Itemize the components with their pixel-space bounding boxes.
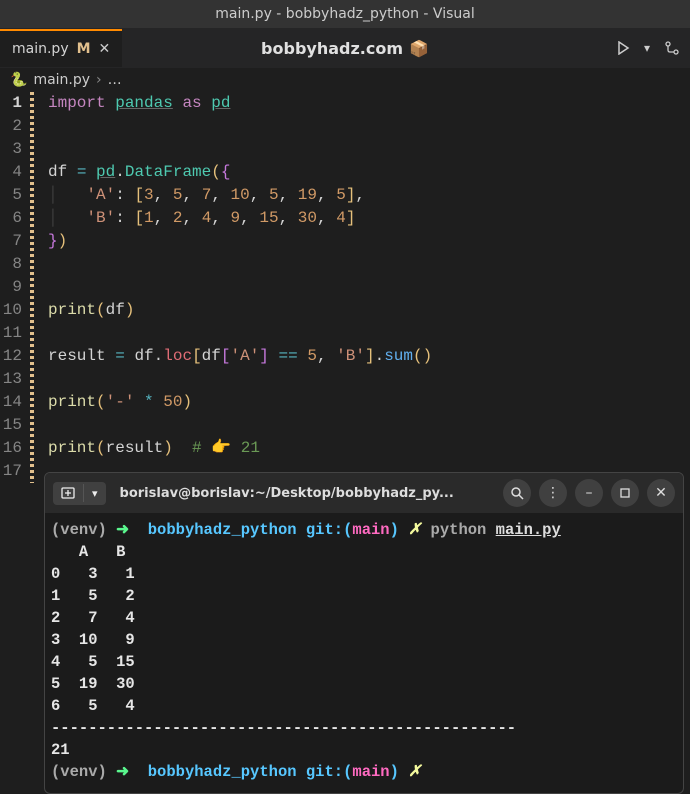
table-row: 4 5 15 — [51, 653, 135, 671]
breadcrumb-more: … — [108, 72, 122, 88]
terminal-window: ▾ borislav@borislav:~/Desktop/bobbyhadz_… — [44, 472, 684, 794]
site-label: bobbyhadz.com 📦 — [261, 39, 429, 58]
chevron-down-icon[interactable]: ▾ — [84, 482, 106, 505]
table-row: 2 7 4 — [51, 609, 135, 627]
compare-icon[interactable] — [664, 40, 680, 56]
terminal-result: 21 — [51, 741, 70, 759]
close-icon[interactable]: ✕ — [647, 479, 675, 507]
tab-bar: main.py M ✕ bobbyhadz.com 📦 ▾ — [0, 28, 690, 68]
table-row: 1 5 2 — [51, 587, 135, 605]
table-row: 0 3 1 — [51, 565, 135, 583]
terminal-separator: ----------------------------------------… — [51, 719, 516, 737]
close-icon[interactable]: ✕ — [99, 41, 111, 57]
new-tab-icon[interactable] — [53, 482, 83, 504]
window-title-bar: main.py - bobbyhadz_python - Visual — [0, 0, 690, 28]
code-content[interactable]: import pandas as pd df = pd.DataFrame({ … — [48, 92, 690, 483]
menu-icon[interactable]: ⋮ — [539, 479, 567, 507]
python-file-icon: 🐍 — [10, 72, 27, 88]
table-row: 6 5 4 — [51, 697, 135, 715]
search-icon[interactable] — [503, 479, 531, 507]
window-title: main.py - bobbyhadz_python - Visual — [215, 6, 474, 22]
breadcrumb-filename: main.py — [33, 72, 90, 88]
terminal-body[interactable]: (venv) ➜ bobbyhadz_python git:(main) ✗ p… — [45, 513, 683, 793]
run-icon[interactable] — [616, 41, 630, 55]
tab-modified-badge: M — [77, 41, 91, 57]
minimize-icon[interactable]: – — [575, 479, 603, 507]
tab-filename: main.py — [12, 41, 69, 57]
box-icon: 📦 — [409, 39, 429, 58]
code-editor[interactable]: 1234567891011121314151617 import pandas … — [0, 92, 690, 483]
chevron-down-icon[interactable]: ▾ — [644, 41, 650, 56]
tab-main-py[interactable]: main.py M ✕ — [0, 29, 122, 67]
terminal-new-tab-group[interactable]: ▾ — [53, 482, 106, 505]
breadcrumb[interactable]: 🐍 main.py › … — [0, 68, 690, 92]
terminal-header: ▾ borislav@borislav:~/Desktop/bobbyhadz_… — [45, 473, 683, 513]
line-gutter: 1234567891011121314151617 — [0, 92, 30, 483]
git-diff-stripe — [30, 92, 34, 483]
table-row: 5 19 30 — [51, 675, 135, 693]
chevron-right-icon: › — [96, 72, 102, 88]
terminal-output-header: A B — [51, 543, 125, 561]
table-row: 3 10 9 — [51, 631, 135, 649]
maximize-icon[interactable] — [611, 479, 639, 507]
terminal-title: borislav@borislav:~/Desktop/bobbyhadz_py… — [114, 486, 495, 501]
